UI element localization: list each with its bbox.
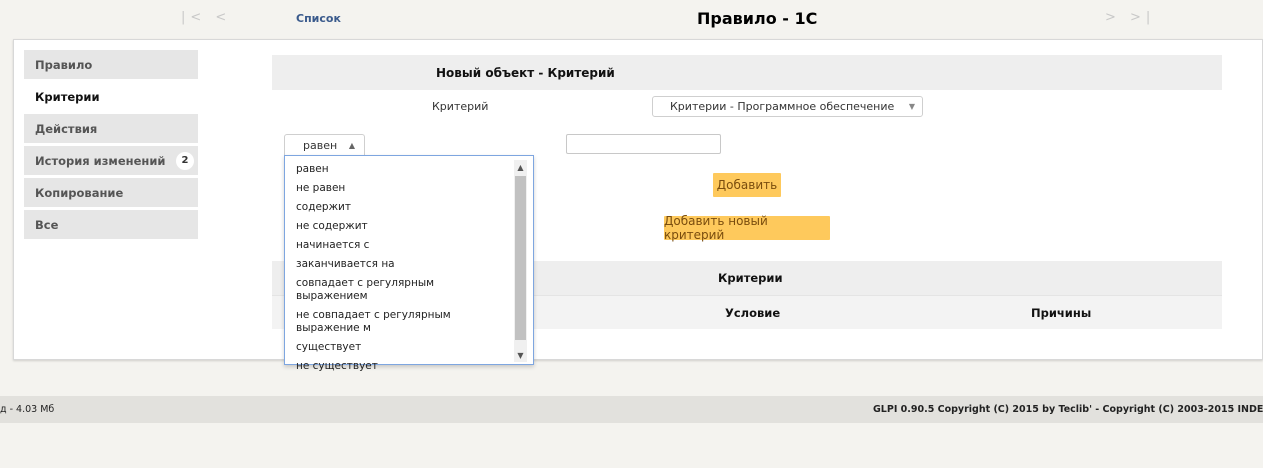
top-bar: |< < Список Правило - 1С > >|	[0, 0, 1263, 38]
chevron-up-icon: ▲	[348, 141, 355, 150]
condition-option[interactable]: не содержит	[285, 217, 513, 236]
column-header-condition: Условие	[725, 306, 781, 320]
condition-option[interactable]: содержит	[285, 198, 513, 217]
condition-option[interactable]: заканчивается на	[285, 255, 513, 274]
list-link[interactable]: Список	[296, 12, 341, 25]
sidebar-item-label: История изменений	[35, 153, 166, 168]
sidebar-item-criteria[interactable]: Критерии	[24, 82, 198, 111]
form-header: Новый объект - Критерий	[272, 55, 1222, 90]
column-header-reasons: Причины	[1031, 306, 1092, 320]
history-count-badge: 2	[176, 151, 194, 170]
sidebar-item-label: Все	[35, 217, 59, 232]
sidebar-item-actions[interactable]: Действия	[24, 114, 198, 143]
scroll-up-icon[interactable]: ▲	[514, 160, 527, 174]
footer-copyright: GLPI 0.90.5 Copyright (C) 2015 by Teclib…	[873, 404, 1263, 415]
condition-option[interactable]: не существует	[285, 357, 513, 376]
scrollbar-thumb[interactable]	[515, 176, 526, 340]
condition-option[interactable]: начинается с	[285, 236, 513, 255]
dropdown-scrollbar[interactable]: ▲ ▼	[514, 160, 527, 362]
condition-option-list: равен не равен содержит не содержит начи…	[285, 160, 513, 376]
condition-option[interactable]: существует	[285, 338, 513, 357]
criteria-select[interactable]: Критерии - Программное обеспечение ▼	[652, 96, 923, 117]
criteria-label: Критерий	[432, 100, 489, 113]
scroll-down-icon[interactable]: ▼	[514, 348, 527, 362]
criteria-select-value: Критерии - Программное обеспечение	[670, 100, 895, 113]
sidebar-item-label: Критерии	[35, 89, 100, 104]
condition-select-value: равен	[303, 139, 338, 152]
sidebar-item-all[interactable]: Все	[24, 210, 198, 239]
sidebar: Правило Критерии Действия История измене…	[24, 50, 198, 242]
footer: д - 4.03 Мб GLPI 0.90.5 Copyright (C) 20…	[0, 396, 1263, 423]
sidebar-item-label: Действия	[35, 121, 98, 136]
page-title: Правило - 1С	[697, 9, 818, 28]
condition-option[interactable]: совпадает с регулярным выражением	[285, 274, 513, 306]
condition-select[interactable]: равен ▲	[284, 134, 365, 156]
sidebar-item-clone[interactable]: Копирование	[24, 178, 198, 207]
sidebar-item-history[interactable]: История изменений 2	[24, 146, 198, 175]
add-new-criterion-button[interactable]: Добавить новый критерий	[664, 214, 830, 242]
add-button[interactable]: Добавить	[713, 173, 781, 197]
next-last-nav-icons[interactable]: > >|	[1105, 10, 1155, 25]
condition-option[interactable]: не равен	[285, 179, 513, 198]
sidebar-item-label: Копирование	[35, 185, 124, 200]
condition-dropdown: равен не равен содержит не содержит начи…	[284, 155, 534, 372]
sidebar-item-label: Правило	[35, 57, 93, 72]
pattern-input[interactable]	[566, 134, 721, 154]
sidebar-item-rule[interactable]: Правило	[24, 50, 198, 79]
condition-option[interactable]: не совпадает с регулярным выражение м	[285, 306, 513, 338]
footer-memory-info: д - 4.03 Мб	[0, 404, 55, 415]
first-prev-nav-icons[interactable]: |< <	[181, 10, 231, 25]
condition-option[interactable]: равен	[285, 160, 513, 179]
chevron-down-icon: ▼	[908, 102, 915, 111]
